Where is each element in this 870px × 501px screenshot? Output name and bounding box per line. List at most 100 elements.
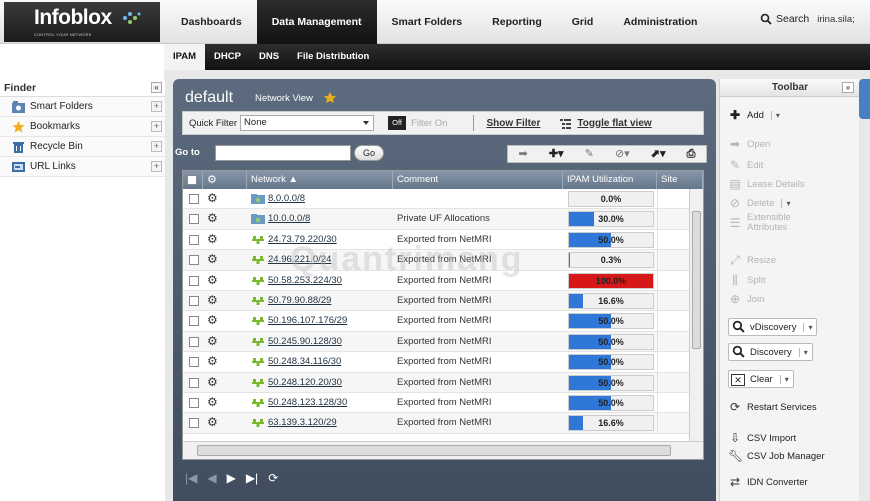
table-row[interactable]: ⚙ 50.248.34.116/30 Exported from NetMRI 50.…: [183, 352, 689, 373]
nav-tab-smart-folders[interactable]: Smart Folders: [377, 0, 478, 44]
toolbar-lease-details-button[interactable]: ▤ Lease Details: [728, 175, 804, 193]
gear-icon[interactable]: ⚙: [207, 416, 218, 429]
toolbar-idn-converter-button[interactable]: ⇄ IDN Converter: [728, 473, 808, 491]
gear-icon[interactable]: ⚙: [207, 396, 218, 409]
row-checkbox[interactable]: [189, 194, 199, 204]
network-link[interactable]: 50.196.107.176/29: [268, 315, 347, 326]
row-checkbox[interactable]: [189, 255, 199, 266]
edit-icon[interactable]: ✎: [585, 148, 594, 160]
toolbar-vdiscovery-button[interactable]: vDiscovery ▾: [728, 318, 818, 336]
toolbar-restart-services-button[interactable]: ⟳ Restart Services: [728, 398, 817, 416]
expand-icon[interactable]: +: [151, 101, 162, 112]
finder-item-url-links[interactable]: URL Links +: [0, 157, 165, 177]
chevron-down-icon[interactable]: ▾: [803, 322, 812, 332]
toolbar-join-button[interactable]: ⊕ Join: [728, 290, 764, 308]
table-row[interactable]: ⚙ 50.79.90.88/29 Exported from NetMRI 16.6%: [183, 291, 689, 312]
toolbar-extensible-attributes-button[interactable]: ☰ Extensible Attributes: [728, 213, 817, 233]
vertical-scroll-thumb[interactable]: [692, 211, 701, 349]
filter-off-toggle[interactable]: Off: [388, 116, 407, 130]
gear-icon[interactable]: ⚙: [207, 294, 218, 307]
expand-icon[interactable]: +: [151, 161, 162, 172]
nav-tab-dashboards[interactable]: Dashboards: [166, 0, 257, 44]
chevron-down-icon[interactable]: ▾: [798, 347, 808, 357]
table-row[interactable]: ⚙ 50.245.90.128/30 Exported from NetMRI 50.…: [183, 331, 689, 353]
goto-input[interactable]: [215, 145, 351, 161]
network-link[interactable]: 50.79.90.88/29: [268, 295, 331, 306]
table-row[interactable]: ⚙ 50.248.120.20/30 Exported from NetMRI 50.…: [183, 372, 689, 393]
side-panel-tab[interactable]: [859, 79, 870, 119]
horizontal-scroll-thumb[interactable]: [197, 445, 671, 456]
table-row[interactable]: ⚙ 50.196.107.176/29 Exported from NetMRI 50…: [183, 311, 689, 332]
quick-filter-select[interactable]: None: [240, 115, 375, 131]
network-link[interactable]: 24.73.79.220/30: [268, 234, 337, 245]
nav-tab-grid[interactable]: Grid: [557, 0, 609, 44]
expand-icon[interactable]: +: [151, 121, 162, 132]
network-link[interactable]: 63.139.3.120/29: [268, 417, 337, 428]
chevron-down-icon[interactable]: ▾: [779, 374, 789, 384]
nav-tab-reporting[interactable]: Reporting: [477, 0, 557, 44]
gear-icon[interactable]: ⚙: [207, 334, 218, 348]
nav-tab-administration[interactable]: Administration: [608, 0, 712, 44]
row-checkbox[interactable]: [189, 377, 199, 388]
column-header-utilization[interactable]: IPAM Utilization: [563, 171, 657, 189]
toolbar-csv-job-manager-button[interactable]: 🔧︎ CSV Job Manager: [728, 447, 825, 465]
horizontal-scrollbar[interactable]: [183, 441, 703, 459]
vertical-scrollbar[interactable]: [689, 189, 703, 441]
sub-tab-ipam[interactable]: IPAM: [164, 44, 206, 70]
previous-page-icon[interactable]: ◀: [207, 471, 216, 485]
network-link[interactable]: 24.96.221.0/24: [268, 254, 331, 265]
next-page-icon[interactable]: ▶: [227, 471, 236, 485]
column-header-site[interactable]: Site: [657, 171, 703, 189]
toolbar-add-button[interactable]: ✚ Add ▾: [728, 106, 780, 124]
sub-tab-file-distribution[interactable]: File Distribution: [288, 44, 378, 70]
column-header-comment[interactable]: Comment: [393, 171, 563, 189]
finder-collapse-button[interactable]: «: [151, 82, 162, 93]
gear-icon[interactable]: ⚙: [207, 212, 218, 225]
column-header-network[interactable]: Network ▲: [247, 171, 393, 189]
network-link[interactable]: 10.0.0.0/8: [268, 213, 310, 224]
row-checkbox[interactable]: [189, 398, 199, 408]
expand-icon[interactable]: +: [151, 141, 162, 152]
table-row[interactable]: ⚙ 24.73.79.220/30 Exported from NetMRI 50.0…: [183, 229, 689, 251]
table-row[interactable]: ⚙ 24.96.221.0/24 Exported from NetMRI 0.3%: [183, 250, 689, 271]
gear-icon[interactable]: ⚙: [207, 375, 218, 389]
row-checkbox[interactable]: [189, 357, 199, 368]
search-icon[interactable]: [760, 13, 772, 25]
delete-icon[interactable]: ⊘▾: [615, 148, 630, 160]
refresh-icon[interactable]: ⟳: [268, 471, 278, 485]
chevron-down-icon[interactable]: ▾: [781, 198, 790, 208]
network-link[interactable]: 50.248.34.116/30: [268, 356, 341, 367]
network-view-link[interactable]: Network View: [255, 93, 313, 104]
nav-tab-data-management[interactable]: Data Management: [256, 0, 377, 44]
toolbar-edit-button[interactable]: ✎ Edit: [728, 156, 763, 174]
sub-tab-dns[interactable]: DNS: [250, 44, 288, 70]
row-checkbox[interactable]: [189, 275, 199, 286]
table-row[interactable]: ⚙ 50.58.253.224/30 Exported from NetMRI 100…: [183, 270, 689, 291]
infoblox-logo[interactable]: Infoblox CONTROL YOUR NETWORK: [4, 2, 160, 42]
last-page-icon[interactable]: ▶|: [246, 471, 258, 485]
user-menu[interactable]: irina.sila;: [817, 14, 855, 25]
toolbar-split-button[interactable]: ⫼ Split: [728, 271, 765, 289]
select-all-checkbox[interactable]: [187, 175, 197, 185]
toolbar-collapse-button[interactable]: »: [842, 82, 854, 93]
toolbar-csv-import-button[interactable]: ⇩ CSV Import: [728, 429, 796, 447]
export-icon[interactable]: ⬈▾: [651, 148, 666, 160]
finder-item-bookmarks[interactable]: Bookmarks +: [0, 117, 165, 137]
row-checkbox[interactable]: [189, 214, 199, 225]
toolbar-delete-button[interactable]: ⊘ Delete ▾: [728, 194, 791, 212]
print-icon[interactable]: ⎙: [687, 148, 696, 160]
toolbar-resize-button[interactable]: ⤢ Resize: [728, 251, 776, 269]
row-checkbox[interactable]: [189, 418, 199, 429]
gear-icon[interactable]: ⚙: [207, 314, 218, 327]
gear-icon[interactable]: ⚙: [207, 273, 218, 287]
network-link[interactable]: 8.0.0.0/8: [268, 193, 305, 204]
gear-icon[interactable]: ⚙: [207, 192, 218, 205]
row-checkbox[interactable]: [189, 336, 199, 347]
table-row[interactable]: ⚙ 10.0.0.0/8 Private UF Allocations 30.0%: [183, 209, 689, 230]
row-checkbox[interactable]: [189, 234, 199, 245]
table-row[interactable]: ⚙ 63.139.3.120/29 Exported from NetMRI 16.6…: [183, 413, 689, 434]
go-button[interactable]: Go: [354, 145, 384, 161]
first-page-icon[interactable]: |◀: [185, 471, 197, 485]
gear-icon[interactable]: ⚙: [207, 232, 218, 246]
gear-icon[interactable]: ⚙: [207, 355, 218, 368]
